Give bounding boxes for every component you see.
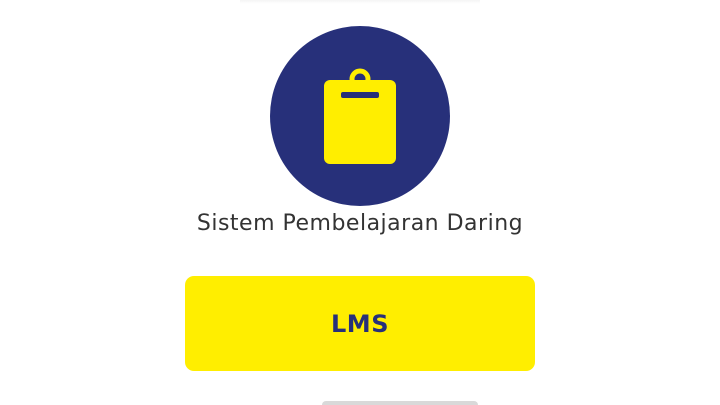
- app-subtitle: Sistem Pembelajaran Daring: [196, 211, 524, 236]
- clipboard-icon: [324, 68, 396, 164]
- top-divider: [240, 0, 480, 4]
- lms-button[interactable]: LMS: [185, 276, 535, 371]
- page: Sistem Pembelajaran Daring LMS: [0, 0, 720, 405]
- lms-button-label: LMS: [331, 309, 389, 338]
- next-button-edge: [322, 401, 478, 405]
